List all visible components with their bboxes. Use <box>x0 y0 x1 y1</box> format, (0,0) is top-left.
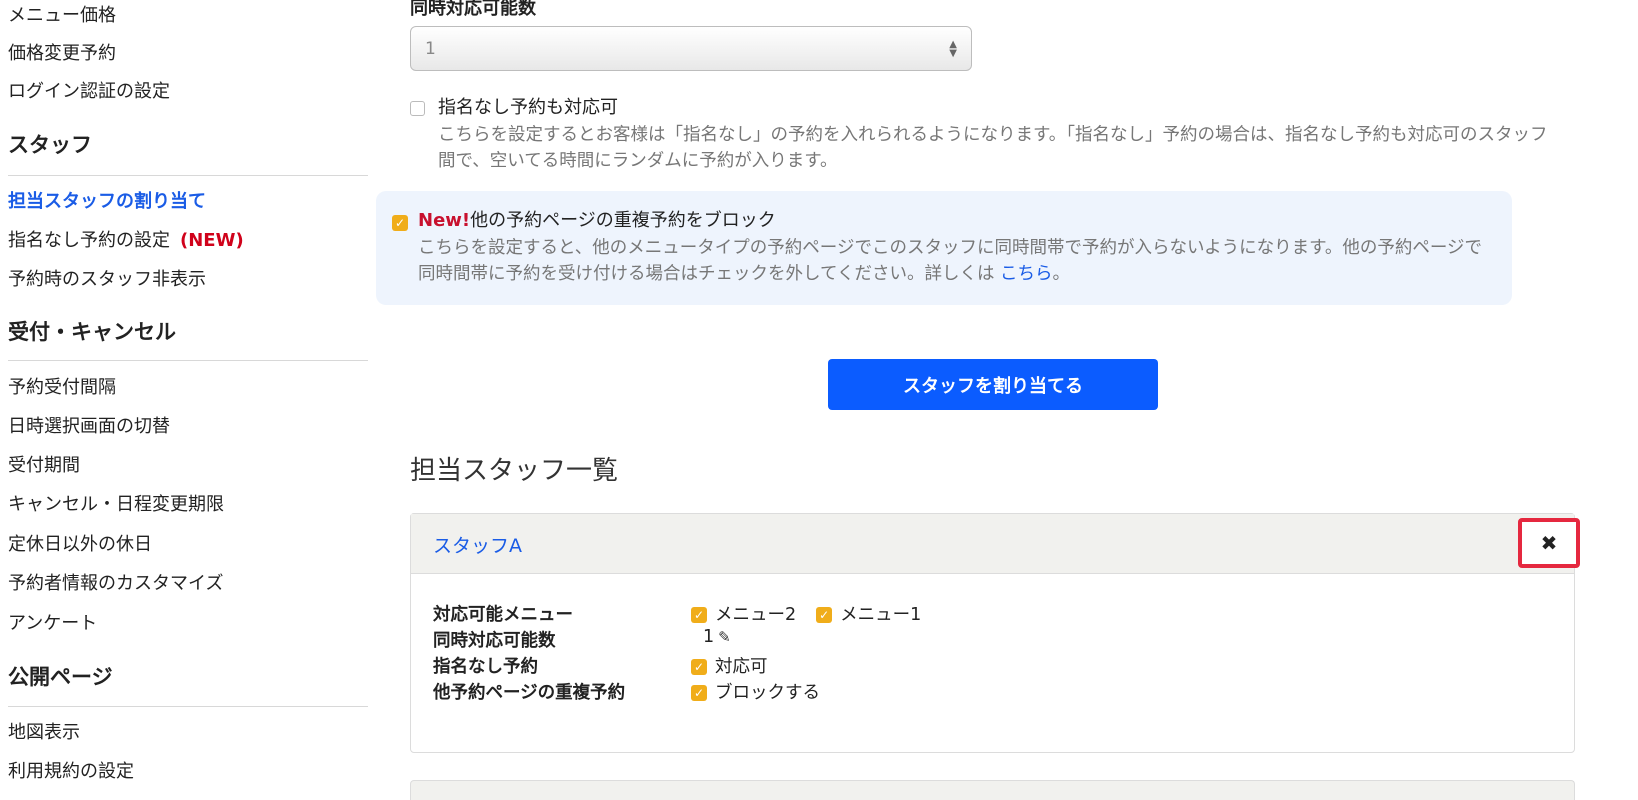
sidebar-item-login-auth[interactable]: ログイン認証の設定 <box>8 80 170 104</box>
next-staff-card <box>410 780 1575 800</box>
sidebar-heading-staff: スタッフ <box>8 133 92 157</box>
sidebar-item-holidays[interactable]: 定休日以外の休日 <box>8 533 152 557</box>
block-duplicate-panel: ✓ New!他の予約ページの重複予約をブロック こちらを設定すると、他のメニュー… <box>376 191 1512 305</box>
staff-card: スタッフA ✖ 対応可能メニュー ✓ メニュー2 ✓ メニュー1 同時対応可能数 1 ✎… <box>410 513 1580 753</box>
sidebar-item-period[interactable]: 受付期間 <box>8 454 80 478</box>
description-suffix: 。 <box>1052 264 1071 284</box>
sidebar-heading-reception: 受付・キャンセル <box>8 320 176 344</box>
detail-row-capacity: 同時対応可能数 1 ✎ <box>433 627 1533 653</box>
staff-card-header: スタッフA ✖ <box>411 514 1580 574</box>
select-arrows-icon: ▲ ▼ <box>949 38 957 59</box>
sidebar-item-label: 指名なし予約の設定 <box>8 230 170 251</box>
menus-label: 対応可能メニュー <box>433 605 573 625</box>
checkmark-icon: ✓ <box>691 685 707 701</box>
nomination-value: ✓ 対応可 <box>691 653 768 678</box>
detail-row-menus: 対応可能メニュー ✓ メニュー2 ✓ メニュー1 <box>433 601 1533 627</box>
capacity-row-value: 1 ✎ <box>703 627 731 647</box>
remove-staff-button[interactable]: ✖ <box>1518 518 1580 568</box>
block-duplicate-checkbox[interactable]: ✓ <box>392 215 408 231</box>
capacity-number: 1 <box>703 627 715 647</box>
block-duplicate-title-text: 他の予約ページの重複予約をブロック <box>470 210 776 231</box>
capacity-select-value: 1 <box>425 38 436 59</box>
new-badge: (NEW) <box>180 230 244 251</box>
checkmark-icon: ✓ <box>816 607 833 623</box>
staff-name-link[interactable]: スタッフA <box>433 531 522 558</box>
sidebar-item-no-nomination[interactable]: 指名なし予約の設定 (NEW) <box>8 229 244 253</box>
sidebar-item-datetime-switch[interactable]: 日時選択画面の切替 <box>8 415 170 439</box>
sidebar-item-survey[interactable]: アンケート <box>8 612 97 636</box>
duplicate-value: ✓ ブロックする <box>691 679 820 704</box>
menu-item: メニュー1 <box>840 605 922 625</box>
capacity-select[interactable]: 1 ▲ ▼ <box>410 26 972 71</box>
sidebar-heading-public: 公開ページ <box>8 665 113 689</box>
main-content: 同時対応可能数 1 ▲ ▼ 指名なし予約も対応可 こちらを設定するとお客様は「指名… <box>376 0 1638 800</box>
sidebar-item-customer-info[interactable]: 予約者情報のカスタマイズ <box>8 572 223 596</box>
sidebar-item-terms[interactable]: 利用規約の設定 <box>8 760 134 784</box>
sidebar-item-cancel-deadline[interactable]: キャンセル・日程変更期限 <box>8 493 224 517</box>
close-icon: ✖ <box>1540 531 1558 555</box>
detail-row-duplicate: 他予約ページの重複予約 ✓ ブロックする <box>433 679 1533 705</box>
capacity-row-label: 同時対応可能数 <box>433 631 556 651</box>
sidebar-divider <box>8 706 368 707</box>
block-duplicate-description: こちらを設定すると、他のメニュータイプの予約ページでこのスタッフに同時間帯で予約… <box>418 235 1498 287</box>
new-tag: New! <box>418 210 471 231</box>
no-nomination-checkbox[interactable] <box>410 101 425 116</box>
sidebar: メニュー価格 価格変更予約 ログイン認証の設定 スタッフ 担当スタッフの割り当て… <box>0 0 370 790</box>
duplicate-text: ブロックする <box>715 683 820 703</box>
no-nomination-option: 指名なし予約も対応可 こちらを設定するとお客様は「指名なし」の予約を入れられるよ… <box>410 94 1590 174</box>
checkmark-icon: ✓ <box>691 607 707 623</box>
menus-value: ✓ メニュー2 ✓ メニュー1 <box>691 601 921 626</box>
sidebar-item-menu-price[interactable]: メニュー価格 <box>8 4 116 28</box>
details-link[interactable]: こちら <box>1000 264 1053 284</box>
checkmark-icon: ✓ <box>691 659 707 675</box>
no-nomination-description: こちらを設定するとお客様は「指名なし」の予約を入れられるようになります。「指名な… <box>438 125 1548 171</box>
block-duplicate-title: New!他の予約ページの重複予約をブロック <box>418 207 776 235</box>
nomination-label: 指名なし予約 <box>433 657 538 677</box>
pencil-icon[interactable]: ✎ <box>718 628 731 646</box>
menu-item: メニュー2 <box>715 605 797 625</box>
no-nomination-title: 指名なし予約も対応可 <box>438 97 618 118</box>
sidebar-item-hide-staff[interactable]: 予約時のスタッフ非表示 <box>8 268 206 292</box>
sidebar-item-price-change[interactable]: 価格変更予約 <box>8 42 116 66</box>
assign-staff-button[interactable]: スタッフを割り当てる <box>828 359 1158 410</box>
duplicate-label: 他予約ページの重複予約 <box>433 683 626 703</box>
capacity-label: 同時対応可能数 <box>410 0 536 19</box>
block-duplicate-description-text: こちらを設定すると、他のメニュータイプの予約ページでこのスタッフに同時間帯で予約… <box>418 238 1482 284</box>
sidebar-item-staff-assign[interactable]: 担当スタッフの割り当て <box>8 190 206 214</box>
staff-list-title: 担当スタッフ一覧 <box>410 456 619 486</box>
checkmark-icon: ✓ <box>394 216 406 230</box>
sidebar-divider <box>8 360 368 361</box>
nomination-text: 対応可 <box>715 657 768 677</box>
sidebar-item-interval[interactable]: 予約受付間隔 <box>8 376 116 400</box>
sidebar-item-map[interactable]: 地図表示 <box>8 721 80 745</box>
sidebar-divider <box>8 175 368 176</box>
detail-row-nomination: 指名なし予約 ✓ 対応可 <box>433 653 1533 679</box>
